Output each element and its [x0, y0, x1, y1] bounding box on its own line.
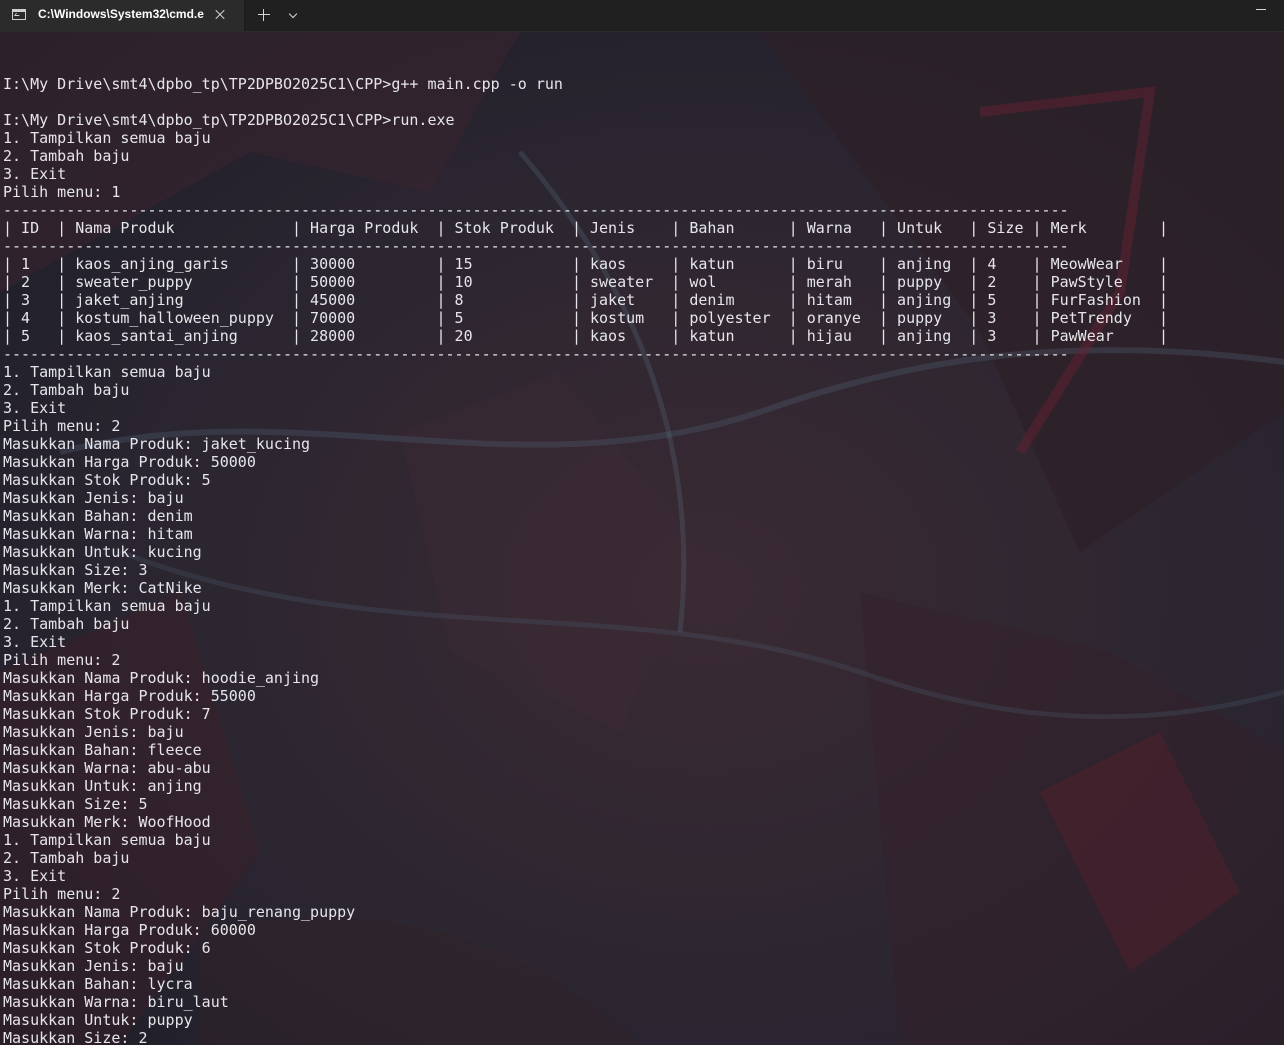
- console-line: Masukkan Stok Produk: 7: [3, 705, 211, 723]
- console-line: Masukkan Harga Produk: 50000: [3, 453, 256, 471]
- terminal-window: C:\Windows\System32\cmd.e I:\My Drive\sm…: [0, 0, 1284, 1045]
- console-line: Masukkan Bahan: lycra: [3, 975, 193, 993]
- console-line: | 3 | jaket_anjing | 45000 | 8 | jaket |…: [3, 291, 1168, 309]
- plus-icon[interactable]: [254, 5, 274, 25]
- console-line: 2. Tambah baju: [3, 615, 130, 633]
- console-line: Masukkan Merk: CatNike: [3, 579, 202, 597]
- console-line: | 5 | kaos_santai_anjing | 28000 | 20 | …: [3, 327, 1168, 345]
- console-line: Pilih menu: 1: [3, 183, 121, 201]
- console-line: I:\My Drive\smt4\dpbo_tp\TP2DPBO2025C1\C…: [3, 75, 563, 93]
- console-line: Masukkan Harga Produk: 55000: [3, 687, 256, 705]
- console-line: Pilih menu: 2: [3, 885, 121, 903]
- console-line: 1. Tampilkan semua baju: [3, 129, 211, 147]
- console-line: Masukkan Size: 5: [3, 795, 148, 813]
- console-line: Masukkan Warna: hitam: [3, 525, 193, 543]
- chevron-down-icon[interactable]: [284, 5, 304, 25]
- console-line: 2. Tambah baju: [3, 849, 130, 867]
- console-line: Masukkan Untuk: puppy: [3, 1011, 193, 1029]
- console-line: Masukkan Untuk: anjing: [3, 777, 202, 795]
- console-line: Masukkan Bahan: denim: [3, 507, 193, 525]
- console-line: 3. Exit: [3, 867, 67, 885]
- console-line: Masukkan Harga Produk: 60000: [3, 921, 256, 939]
- console-line: ----------------------------------------…: [3, 237, 1069, 255]
- console-line: 1. Tampilkan semua baju: [3, 363, 211, 381]
- console-line: 1. Tampilkan semua baju: [3, 831, 211, 849]
- console-line: Masukkan Jenis: baju: [3, 957, 184, 975]
- console-line: | 1 | kaos_anjing_garis | 30000 | 15 | k…: [3, 255, 1168, 273]
- console-line: 2. Tambah baju: [3, 147, 130, 165]
- console-line: | 4 | kostum_halloween_puppy | 70000 | 5…: [3, 309, 1168, 327]
- console-line: Masukkan Merk: WoofHood: [3, 813, 211, 831]
- console-line: Masukkan Size: 3: [3, 561, 148, 579]
- console-line: Masukkan Untuk: kucing: [3, 543, 202, 561]
- console-line: 3. Exit: [3, 633, 67, 651]
- console-line: Masukkan Nama Produk: jaket_kucing: [3, 435, 311, 453]
- terminal-pane[interactable]: I:\My Drive\smt4\dpbo_tp\TP2DPBO2025C1\C…: [0, 32, 1284, 1045]
- minimize-icon[interactable]: [1248, 0, 1272, 24]
- close-icon[interactable]: [210, 5, 230, 25]
- console-line: 3. Exit: [3, 399, 67, 417]
- console-line: Masukkan Warna: abu-abu: [3, 759, 211, 777]
- console-line: Pilih menu: 2: [3, 417, 121, 435]
- console-output[interactable]: I:\My Drive\smt4\dpbo_tp\TP2DPBO2025C1\C…: [3, 57, 1168, 1045]
- console-line: ----------------------------------------…: [3, 201, 1069, 219]
- console-line: Masukkan Nama Produk: hoodie_anjing: [3, 669, 320, 687]
- console-line: Masukkan Nama Produk: baju_renang_puppy: [3, 903, 356, 921]
- console-line: 3. Exit: [3, 165, 67, 183]
- console-line: Masukkan Warna: biru_laut: [3, 993, 229, 1011]
- console-line: I:\My Drive\smt4\dpbo_tp\TP2DPBO2025C1\C…: [3, 111, 455, 129]
- console-line: ----------------------------------------…: [3, 345, 1069, 363]
- terminal-icon: [12, 9, 26, 20]
- console-line: 2. Tambah baju: [3, 381, 130, 399]
- tab-title: C:\Windows\System32\cmd.e: [38, 7, 204, 21]
- console-line: Masukkan Bahan: fleece: [3, 741, 202, 759]
- console-line: Masukkan Jenis: baju: [3, 723, 184, 741]
- console-line: Pilih menu: 2: [3, 651, 121, 669]
- tab-cmd[interactable]: C:\Windows\System32\cmd.e: [0, 0, 245, 31]
- console-line: | 2 | sweater_puppy | 50000 | 10 | sweat…: [3, 273, 1168, 291]
- console-line: 1. Tampilkan semua baju: [3, 597, 211, 615]
- console-line: Masukkan Stok Produk: 5: [3, 471, 211, 489]
- title-bar: C:\Windows\System32\cmd.e: [0, 0, 1284, 32]
- console-line: Masukkan Stok Produk: 6: [3, 939, 211, 957]
- console-line: Masukkan Size: 2: [3, 1029, 148, 1045]
- console-line: | ID | Nama Produk | Harga Produk | Stok…: [3, 219, 1168, 237]
- console-line: Masukkan Jenis: baju: [3, 489, 184, 507]
